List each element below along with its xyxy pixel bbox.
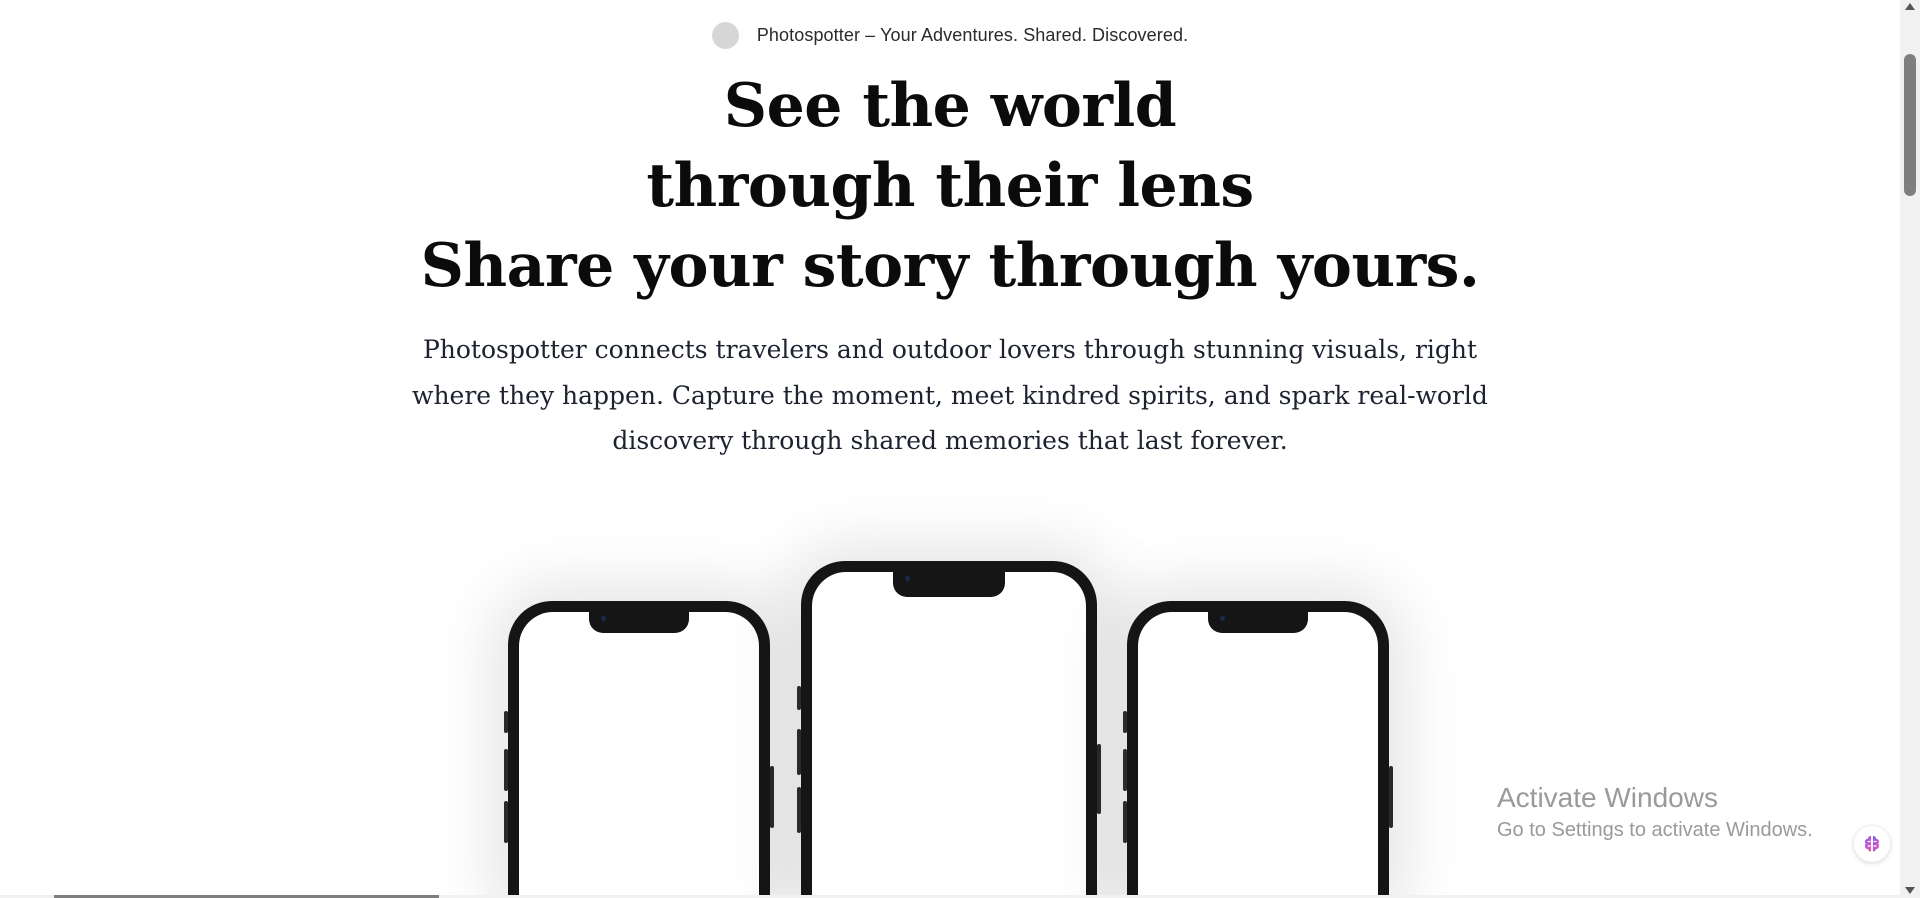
hero-heading: See the world through their lens Share y…: [0, 66, 1900, 306]
brain-icon: [1865, 836, 1879, 852]
scroll-down-icon[interactable]: [1905, 887, 1915, 894]
brand-tagline: Photospotter – Your Adventures. Shared. …: [756, 25, 1189, 45]
hero-line-2: through their lens: [646, 151, 1254, 221]
page: Photospotter – Your Adventures. Shared. …: [0, 0, 1900, 898]
phone-notch-icon: [1208, 612, 1308, 633]
vertical-scrollbar[interactable]: [1900, 0, 1920, 898]
phone-mockup-center: [797, 561, 1101, 898]
hero-description: Photospotter connects travelers and outd…: [412, 335, 1488, 455]
phone-notch-icon: [589, 612, 689, 633]
phone-screen-right: [1138, 612, 1378, 898]
brand-bar: Photospotter – Your Adventures. Shared. …: [0, 22, 1900, 49]
activation-title: Activate Windows: [1497, 782, 1718, 813]
hero-line-1: See the world: [723, 71, 1177, 141]
activation-subtitle: Go to Settings to activate Windows.: [1497, 819, 1813, 841]
vertical-scroll-thumb[interactable]: [1904, 54, 1916, 196]
phone-notch-icon: [893, 572, 1005, 597]
phone-screen-left: [519, 612, 759, 898]
phone-mockup-right: [1123, 601, 1393, 898]
phone-mockup-left: [504, 601, 774, 898]
phone-screen-center: [812, 572, 1086, 898]
hero-line-3: Share your story through yours.: [420, 231, 1480, 301]
scroll-up-icon[interactable]: [1905, 3, 1915, 10]
windows-activation-watermark: Activate Windows Go to Settings to activ…: [1497, 781, 1813, 845]
assistant-button[interactable]: [1854, 826, 1890, 862]
logo-icon[interactable]: [711, 22, 739, 49]
